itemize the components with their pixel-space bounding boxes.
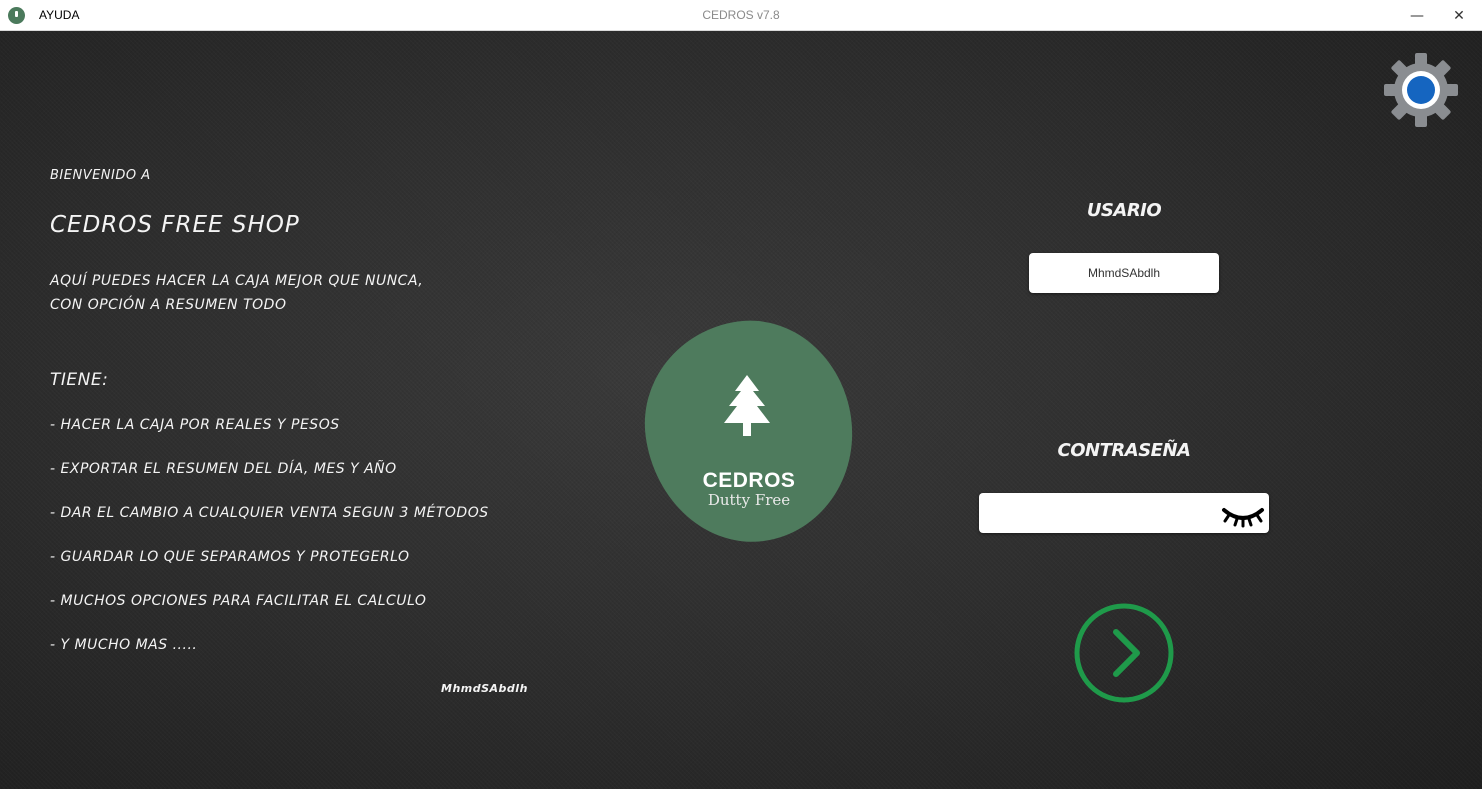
feature-item: - EXPORTAR EL RESUMEN DEL DÍA, MES Y AÑO — [50, 461, 397, 477]
intro-line-2: CON OPCIÓN A RESUMEN TODO — [50, 297, 287, 313]
username-field[interactable] — [1029, 253, 1219, 293]
feature-item: - GUARDAR LO QUE SEPARAMOS Y PROTEGERLO — [50, 549, 410, 565]
intro-text: AQUÍ PUEDES HACER LA CAJA MEJOR QUE NUNC… — [50, 269, 423, 317]
intro-line-1: AQUÍ PUEDES HACER LA CAJA MEJOR QUE NUNC… — [50, 273, 424, 289]
brand-logo: CEDROS Dutty Free — [631, 307, 867, 556]
gear-icon[interactable] — [1382, 51, 1460, 129]
login-submit-button[interactable] — [1073, 602, 1175, 704]
closed-eye-icon[interactable] — [1221, 504, 1265, 528]
author-signature: MhmdSAbdlh — [441, 682, 528, 695]
tree-icon — [724, 375, 770, 436]
close-button[interactable]: ✕ — [1436, 0, 1482, 31]
password-label: CONTRASEÑA — [1057, 440, 1191, 461]
chevron-right-icon — [1113, 629, 1140, 677]
menu-ayuda[interactable]: AYUDA — [39, 8, 79, 22]
feature-item: - HACER LA CAJA POR REALES Y PESOS — [50, 417, 340, 433]
window-title: CEDROS v7.8 — [702, 8, 780, 22]
features-title: TIENE: — [50, 370, 109, 390]
features-list: - HACER LA CAJA POR REALES Y PESOS - EXP… — [50, 417, 489, 681]
feature-item: - Y MUCHO MAS ..... — [50, 637, 198, 653]
app-icon — [8, 7, 25, 24]
title-bar: AYUDA CEDROS v7.8 — ✕ — [0, 0, 1482, 31]
minimize-button[interactable]: — — [1394, 0, 1440, 31]
logo-subtitle: Dutty Free — [707, 491, 791, 509]
welcome-greeting: BIENVENIDO A — [50, 168, 151, 183]
username-label: USARIO — [1086, 200, 1162, 221]
feature-item: - MUCHOS OPCIONES PARA FACILITAR EL CALC… — [50, 593, 427, 609]
main-panel: BIENVENIDO A CEDROS FREE SHOP AQUÍ PUEDE… — [0, 31, 1482, 789]
logo-brand-text: CEDROS — [702, 469, 796, 492]
feature-item: - DAR EL CAMBIO A CUALQUIER VENTA SEGUN … — [50, 505, 489, 521]
shop-name-heading: CEDROS FREE SHOP — [50, 212, 300, 238]
